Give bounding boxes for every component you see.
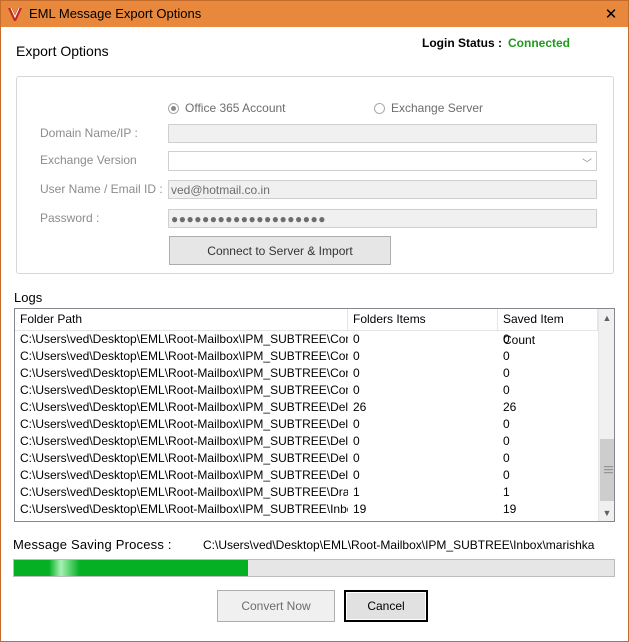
column-header-saved-count[interactable]: Saved Item Count — [498, 309, 598, 347]
connection-group: Office 365 Account Exchange Server Domai… — [16, 76, 614, 274]
cell-folders-items: 0 — [353, 383, 360, 397]
column-header-folder-path[interactable]: Folder Path — [15, 309, 348, 330]
table-row[interactable]: C:\Users\ved\Desktop\EML\Root-Mailbox\IP… — [15, 484, 598, 501]
cell-folders-items: 0 — [353, 451, 360, 465]
username-label: User Name / Email ID : — [40, 182, 163, 196]
cell-folder-path: C:\Users\ved\Desktop\EML\Root-Mailbox\IP… — [20, 451, 348, 465]
cell-folder-path: C:\Users\ved\Desktop\EML\Root-Mailbox\IP… — [20, 332, 348, 346]
cell-folder-path: C:\Users\ved\Desktop\EML\Root-Mailbox\IP… — [20, 485, 348, 499]
table-row[interactable]: C:\Users\ved\Desktop\EML\Root-Mailbox\IP… — [15, 331, 598, 348]
table-row[interactable]: C:\Users\ved\Desktop\EML\Root-Mailbox\IP… — [15, 433, 598, 450]
close-icon: ✕ — [604, 6, 618, 23]
radio-office365-label: Office 365 Account — [185, 101, 286, 115]
table-row[interactable]: C:\Users\ved\Desktop\EML\Root-Mailbox\IP… — [15, 348, 598, 365]
table-row[interactable]: C:\Users\ved\Desktop\EML\Root-Mailbox\IP… — [15, 399, 598, 416]
logs-label: Logs — [14, 290, 43, 305]
connect-import-button[interactable]: Connect to Server & Import — [169, 236, 391, 265]
cell-folders-items: 0 — [353, 349, 360, 363]
app-logo-icon — [8, 7, 22, 21]
cell-folders-items: 26 — [353, 400, 367, 414]
table-row[interactable]: C:\Users\ved\Desktop\EML\Root-Mailbox\IP… — [15, 365, 598, 382]
cell-saved-count: 0 — [503, 383, 510, 397]
cancel-button[interactable]: Cancel — [344, 590, 428, 622]
chevron-down-icon: ﹀ — [582, 159, 592, 170]
cell-saved-count: 0 — [503, 417, 510, 431]
cell-saved-count: 19 — [503, 502, 517, 516]
cell-folders-items: 0 — [353, 332, 360, 346]
domain-input[interactable] — [168, 124, 597, 143]
cell-folder-path: C:\Users\ved\Desktop\EML\Root-Mailbox\IP… — [20, 417, 348, 431]
progress-fill — [14, 560, 248, 576]
table-row[interactable]: C:\Users\ved\Desktop\EML\Root-Mailbox\IP… — [15, 467, 598, 484]
cell-folder-path: C:\Users\ved\Desktop\EML\Root-Mailbox\IP… — [20, 400, 348, 414]
exchange-version-select[interactable]: ﹀ — [168, 151, 597, 171]
table-header: Folder Path Folders Items Saved Item Cou… — [15, 309, 598, 347]
email-field[interactable] — [168, 180, 597, 199]
cell-folders-items: 1 — [353, 485, 360, 499]
login-status-value: Connected — [508, 36, 571, 50]
password-field[interactable]: ●●●●●●●●●●●●●●●●●●●● — [168, 209, 597, 228]
client-area: Export Options Login Status : Connected O… — [1, 27, 628, 641]
grip-icon: — — — — [604, 461, 613, 477]
section-title: Export Options — [16, 43, 109, 59]
cell-saved-count: 0 — [503, 349, 510, 363]
cell-saved-count: 1 — [503, 485, 510, 499]
cell-saved-count: 0 — [503, 366, 510, 380]
progress-bar — [13, 559, 615, 577]
radio-selected-icon — [168, 102, 179, 114]
radio-unselected-icon — [374, 102, 385, 114]
column-header-folders-items[interactable]: Folders Items — [348, 309, 498, 330]
cell-saved-count: 0 — [503, 468, 510, 482]
cell-folders-items: 0 — [353, 468, 360, 482]
title-bar: EML Message Export Options ✕ — [1, 1, 628, 27]
saving-process-path: C:\Users\ved\Desktop\EML\Root-Mailbox\IP… — [203, 538, 595, 552]
table-row[interactable]: C:\Users\ved\Desktop\EML\Root-Mailbox\IP… — [15, 501, 598, 518]
cell-folder-path: C:\Users\ved\Desktop\EML\Root-Mailbox\IP… — [20, 434, 348, 448]
export-options-window: EML Message Export Options ✕ Export Opti… — [0, 0, 629, 642]
version-label: Exchange Version — [40, 153, 137, 167]
close-button[interactable]: ✕ — [594, 1, 628, 27]
saving-process-label: Message Saving Process : — [13, 537, 172, 552]
login-status: Login Status : Connected — [422, 36, 570, 50]
logs-table: Folder Path Folders Items Saved Item Cou… — [14, 308, 615, 522]
scroll-down-icon[interactable]: ▼ — [599, 504, 614, 521]
cell-folders-items: 0 — [353, 366, 360, 380]
cell-saved-count: 0 — [503, 332, 510, 346]
vertical-scrollbar[interactable]: ▲ — — — ▼ — [598, 309, 614, 521]
scroll-up-icon[interactable]: ▲ — [599, 309, 614, 326]
cell-saved-count: 0 — [503, 451, 510, 465]
table-row[interactable]: C:\Users\ved\Desktop\EML\Root-Mailbox\IP… — [15, 416, 598, 433]
domain-label: Domain Name/IP : — [40, 126, 138, 140]
window-title: EML Message Export Options — [29, 6, 202, 21]
table-row[interactable]: C:\Users\ved\Desktop\EML\Root-Mailbox\IP… — [15, 450, 598, 467]
cell-folder-path: C:\Users\ved\Desktop\EML\Root-Mailbox\IP… — [20, 366, 348, 380]
radio-exchange-label: Exchange Server — [391, 101, 484, 115]
cell-saved-count: 26 — [503, 400, 517, 414]
cell-folder-path: C:\Users\ved\Desktop\EML\Root-Mailbox\IP… — [20, 502, 348, 516]
cell-folder-path: C:\Users\ved\Desktop\EML\Root-Mailbox\IP… — [20, 349, 348, 363]
radio-office365[interactable]: Office 365 Account — [168, 101, 286, 115]
cell-folders-items: 0 — [353, 417, 360, 431]
scrollbar-thumb[interactable]: — — — — [600, 439, 614, 501]
table-body: C:\Users\ved\Desktop\EML\Root-Mailbox\IP… — [15, 331, 598, 518]
cell-folders-items: 0 — [353, 434, 360, 448]
cell-folders-items: 19 — [353, 502, 367, 516]
login-status-label: Login Status : — [422, 36, 502, 50]
convert-now-button[interactable]: Convert Now — [217, 590, 335, 622]
radio-exchange-server[interactable]: Exchange Server — [374, 101, 483, 115]
cell-saved-count: 0 — [503, 434, 510, 448]
table-row[interactable]: C:\Users\ved\Desktop\EML\Root-Mailbox\IP… — [15, 382, 598, 399]
cell-folder-path: C:\Users\ved\Desktop\EML\Root-Mailbox\IP… — [20, 383, 348, 397]
cell-folder-path: C:\Users\ved\Desktop\EML\Root-Mailbox\IP… — [20, 468, 348, 482]
password-label: Password : — [40, 211, 100, 225]
